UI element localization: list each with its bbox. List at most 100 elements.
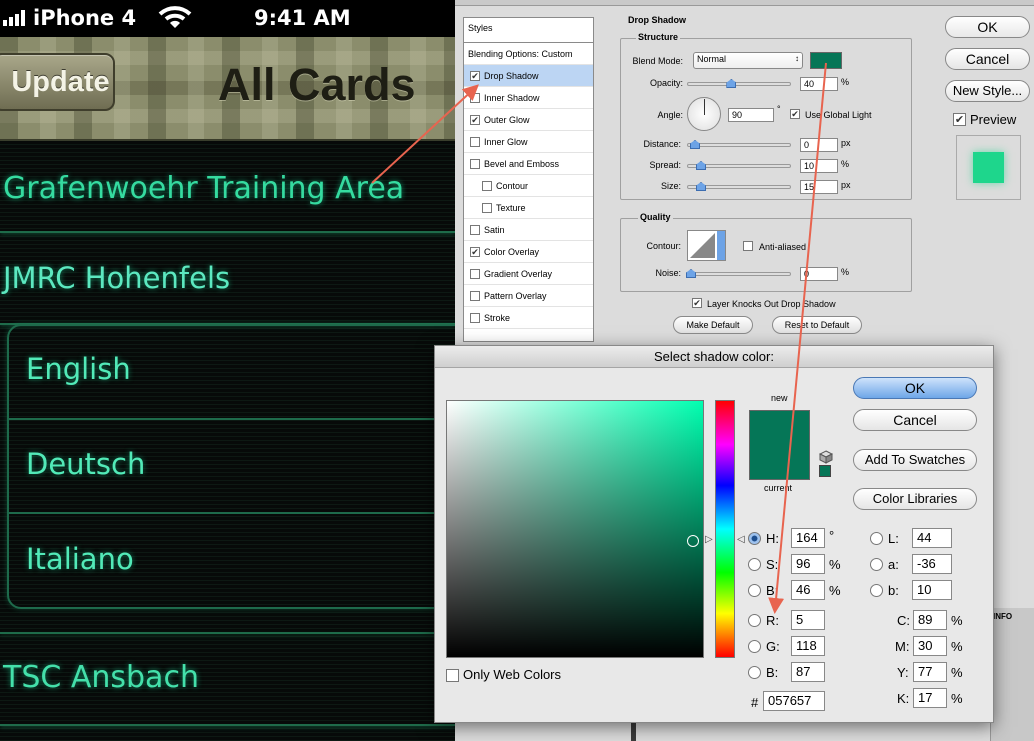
distance-field[interactable]: 0 xyxy=(800,138,838,152)
make-default-button[interactable]: Make Default xyxy=(673,316,753,334)
green-field[interactable]: 118 xyxy=(791,636,825,656)
opacity-slider[interactable] xyxy=(687,79,791,88)
red-radio[interactable] xyxy=(748,614,761,627)
ok-button[interactable]: OK xyxy=(945,16,1030,38)
lab-b-field[interactable]: 10 xyxy=(912,580,952,600)
style-checkbox[interactable] xyxy=(482,203,492,213)
style-item[interactable]: Outer Glow xyxy=(464,109,593,131)
style-item[interactable]: Texture xyxy=(464,197,593,219)
cyan-field[interactable]: 89 xyxy=(913,610,947,630)
noise-slider[interactable] xyxy=(686,269,791,278)
blue-field[interactable]: 87 xyxy=(791,662,825,682)
opacity-field[interactable]: 40 xyxy=(800,77,838,91)
contour-picker[interactable] xyxy=(687,230,726,261)
style-checkbox[interactable] xyxy=(470,291,480,301)
style-item[interactable]: Inner Shadow xyxy=(464,87,593,109)
saturation-label: S: xyxy=(766,557,779,572)
add-to-swatches-button[interactable]: Add To Swatches xyxy=(853,449,977,471)
yellow-field[interactable]: 77 xyxy=(913,662,947,682)
green-radio[interactable] xyxy=(748,640,761,653)
style-item[interactable]: Drop Shadow xyxy=(464,65,593,87)
style-item[interactable]: Gradient Overlay xyxy=(464,263,593,285)
lab-l-radio[interactable] xyxy=(870,532,883,545)
lab-a-radio[interactable] xyxy=(870,558,883,571)
distance-slider[interactable] xyxy=(687,140,791,149)
style-item[interactable]: Pattern Overlay xyxy=(464,285,593,307)
style-checkbox[interactable] xyxy=(470,269,480,279)
magenta-field[interactable]: 30 xyxy=(913,636,947,656)
style-checkbox[interactable] xyxy=(470,71,480,81)
new-style-button[interactable]: New Style... xyxy=(945,80,1030,102)
lab-a-field[interactable]: -36 xyxy=(912,554,952,574)
reset-default-button[interactable]: Reset to Default xyxy=(772,316,862,334)
black-field[interactable]: 17 xyxy=(913,688,947,708)
color-libraries-button[interactable]: Color Libraries xyxy=(853,488,977,510)
style-item[interactable]: Contour xyxy=(464,175,593,197)
current-color-swatch[interactable] xyxy=(749,445,810,480)
ok-button[interactable]: OK xyxy=(853,377,977,399)
structure-title: Structure xyxy=(636,32,681,42)
size-field[interactable]: 15 xyxy=(800,180,838,194)
list-item[interactable]: JMRC Hohenfels xyxy=(0,233,455,325)
saturation-field[interactable]: 96 xyxy=(791,554,825,574)
hue-slider[interactable] xyxy=(715,400,735,658)
lab-l-field[interactable]: 44 xyxy=(912,528,952,548)
lab-b-radio[interactable] xyxy=(870,584,883,597)
only-web-colors-checkbox[interactable] xyxy=(446,669,459,682)
style-item[interactable]: Satin xyxy=(464,219,593,241)
size-slider[interactable] xyxy=(687,182,791,191)
noise-field[interactable]: 0 xyxy=(800,267,838,281)
saturation-radio[interactable] xyxy=(748,558,761,571)
angle-dial[interactable] xyxy=(687,97,721,131)
stepper-icon: ↕ xyxy=(795,54,799,63)
blue-radio[interactable] xyxy=(748,666,761,679)
list-item[interactable]: English xyxy=(9,326,455,420)
color-field[interactable] xyxy=(446,400,704,658)
styles-header[interactable]: Styles xyxy=(463,17,594,43)
style-checkbox[interactable] xyxy=(470,247,480,257)
style-checkbox[interactable] xyxy=(470,159,480,169)
language-group: English Deutsch Italiano xyxy=(7,324,455,609)
style-item[interactable]: Stroke xyxy=(464,307,593,329)
style-item[interactable]: Blending Options: Custom xyxy=(464,43,593,65)
list-item[interactable]: TSC Ansbach xyxy=(0,634,455,726)
hex-field[interactable]: 057657 xyxy=(763,691,825,711)
list-item[interactable]: Grafenwoehr Training Area xyxy=(0,141,455,233)
update-button[interactable]: Update xyxy=(0,53,115,111)
blend-mode-select[interactable]: Normal ↕ xyxy=(693,52,803,69)
hue-radio[interactable] xyxy=(748,532,761,545)
hue-slider-left-arrow-icon[interactable]: ▷ xyxy=(705,534,713,545)
anti-aliased-label: Anti-aliased xyxy=(759,242,807,252)
web-safe-swatch[interactable] xyxy=(819,465,831,477)
style-checkbox[interactable] xyxy=(470,225,480,235)
layer-knocks-out-checkbox[interactable] xyxy=(692,298,702,308)
use-global-light-checkbox[interactable] xyxy=(790,109,800,119)
hue-field[interactable]: 164 xyxy=(791,528,825,548)
brightness-field[interactable]: 46 xyxy=(791,580,825,600)
shadow-color-swatch[interactable] xyxy=(810,52,842,69)
info-tab[interactable]: INFO xyxy=(991,608,1034,625)
style-checkbox[interactable] xyxy=(482,181,492,191)
style-checkbox[interactable] xyxy=(470,93,480,103)
brightness-radio[interactable] xyxy=(748,584,761,597)
style-item[interactable]: Color Overlay xyxy=(464,241,593,263)
spread-slider[interactable] xyxy=(687,161,791,170)
style-checkbox[interactable] xyxy=(470,137,480,147)
list-item[interactable]: Italiano xyxy=(9,514,455,608)
spread-label: Spread: xyxy=(649,160,681,170)
spread-field[interactable]: 10 xyxy=(800,159,838,173)
color-field-marker[interactable] xyxy=(687,535,699,547)
cancel-button[interactable]: Cancel xyxy=(853,409,977,431)
red-field[interactable]: 5 xyxy=(791,610,825,630)
gamut-cube-icon[interactable] xyxy=(819,450,833,464)
style-checkbox[interactable] xyxy=(470,313,480,323)
style-item[interactable]: Bevel and Emboss xyxy=(464,153,593,175)
angle-field[interactable]: 90 xyxy=(728,108,774,122)
style-item[interactable]: Inner Glow xyxy=(464,131,593,153)
list-item[interactable]: Deutsch xyxy=(9,420,455,514)
cancel-button[interactable]: Cancel xyxy=(945,48,1030,70)
style-checkbox[interactable] xyxy=(470,115,480,125)
hue-slider-right-arrow-icon[interactable]: ◁ xyxy=(737,534,745,545)
anti-aliased-checkbox[interactable] xyxy=(743,241,753,251)
preview-checkbox[interactable] xyxy=(953,113,966,126)
